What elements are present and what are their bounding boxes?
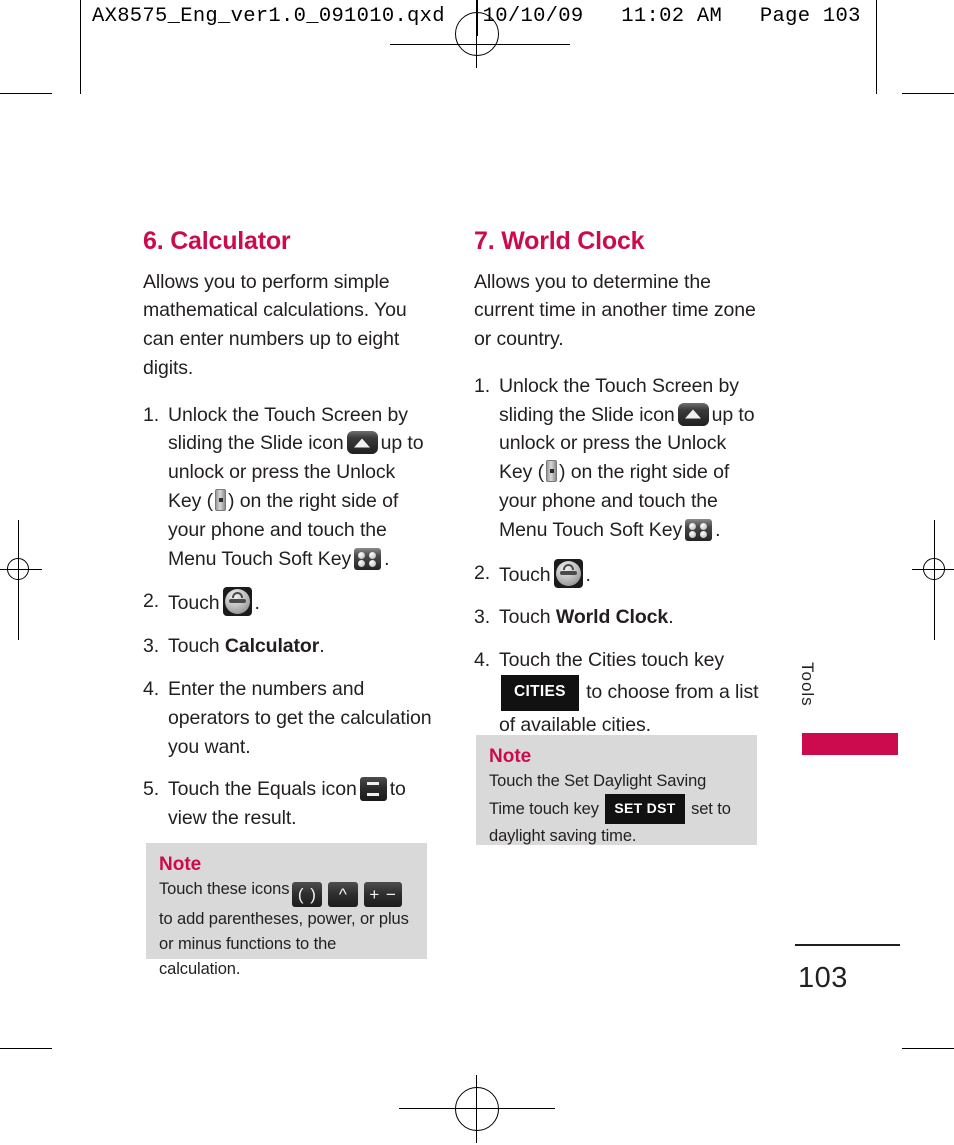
list-item: 1. Unlock the Touch Screen by sliding the…	[474, 372, 764, 545]
step-number: 5.	[143, 778, 160, 801]
step-number: 3.	[143, 635, 160, 658]
list-item: 1. Unlock the Touch Screen by sliding the…	[143, 401, 433, 574]
menu-soft-key-icon	[354, 547, 382, 570]
section-tab-label: Tools	[798, 662, 817, 707]
step-text: Touch	[168, 635, 220, 658]
step-text: .	[668, 606, 674, 629]
step-text: Touch	[168, 592, 220, 615]
tools-icon	[553, 558, 583, 588]
column-world-clock: 7. World Clock Allows you to determine t…	[474, 227, 764, 754]
step-text: .	[319, 635, 325, 658]
slide-up-icon	[346, 431, 378, 455]
intro-text-calculator: Allows you to perform simple mathematica…	[143, 270, 407, 379]
plus-minus-key-icon[interactable]: + −	[364, 882, 402, 907]
note-box-calculator: Note Touch these icons( ) ^ + − to add pare…	[146, 843, 427, 978]
step-text: Touch	[499, 606, 551, 629]
step-number: 4.	[474, 649, 491, 672]
list-item: 2. Touch.	[143, 587, 433, 618]
section-tab-bar	[802, 733, 898, 755]
step-number: 2.	[474, 561, 491, 584]
column-calculator: 6. Calculator Allows you to perform simp…	[143, 227, 433, 847]
set-dst-touch-key[interactable]: SET DST	[605, 794, 685, 824]
note-box-world-clock: Note Touch the Set Daylight Saving Time …	[476, 735, 757, 845]
power-key-icon[interactable]: ^	[328, 882, 359, 907]
page-number: 103	[798, 962, 848, 994]
list-item: 2. Touch.	[474, 558, 764, 590]
bottom-registration-mark	[399, 1075, 555, 1143]
step-number: 2.	[143, 590, 160, 613]
menu-name-calculator: Calculator	[224, 635, 320, 658]
page-title-world-clock: 7. World Clock	[474, 227, 645, 255]
equals-key-icon	[359, 777, 387, 802]
note-text: Touch these icons	[159, 880, 290, 898]
step-text: .	[585, 563, 591, 586]
list-item: 4. Touch the Cities touch key CITIES to c…	[474, 646, 764, 739]
parentheses-key-icon[interactable]: ( )	[292, 882, 323, 907]
step-text: Touch	[499, 563, 551, 586]
list-item: 4. Enter the numbers and operators to get…	[143, 675, 433, 761]
step-text: .	[254, 592, 260, 615]
folio-rule	[795, 944, 900, 946]
slide-up-icon	[677, 402, 709, 426]
note-title: Note	[489, 746, 532, 767]
unlock-key-icon	[546, 460, 558, 483]
unlock-key-icon	[215, 489, 227, 512]
step-text: Enter the numbers and operators to get t…	[168, 678, 432, 758]
steps-list-calculator: 1. Unlock the Touch Screen by sliding the…	[143, 401, 433, 833]
step-text: Touch the Cities touch key	[499, 649, 725, 672]
step-number: 3.	[474, 606, 491, 629]
tools-icon	[222, 587, 252, 617]
step-number: 1.	[474, 374, 491, 397]
list-item: 3. Touch World Clock.	[474, 603, 764, 632]
note-body: Touch the Set Daylight Saving Time touch…	[489, 769, 744, 849]
steps-list-world-clock: 1. Unlock the Touch Screen by sliding the…	[474, 372, 764, 740]
note-text: to add parentheses, power, or plus or mi…	[159, 910, 409, 978]
step-text: Touch the Equals icon	[168, 778, 357, 801]
step-text: .	[715, 518, 721, 541]
list-item: 5. Touch the Equals icon to view the resul…	[143, 775, 433, 833]
page-content: 6. Calculator Allows you to perform simp…	[0, 0, 954, 1145]
cities-touch-key[interactable]: CITIES	[501, 675, 579, 711]
page-title-calculator: 6. Calculator	[143, 227, 291, 255]
intro-text-world-clock: Allows you to determine the current time…	[474, 270, 756, 351]
list-item: 3. Touch Calculator.	[143, 632, 433, 661]
menu-name-world-clock: World Clock	[555, 606, 669, 629]
menu-soft-key-icon	[685, 518, 713, 541]
note-body: Touch these icons( ) ^ + − to add parenthes…	[159, 877, 414, 982]
note-title: Note	[159, 854, 202, 875]
step-number: 1.	[143, 403, 160, 426]
step-number: 4.	[143, 678, 160, 701]
step-text: .	[384, 547, 390, 570]
